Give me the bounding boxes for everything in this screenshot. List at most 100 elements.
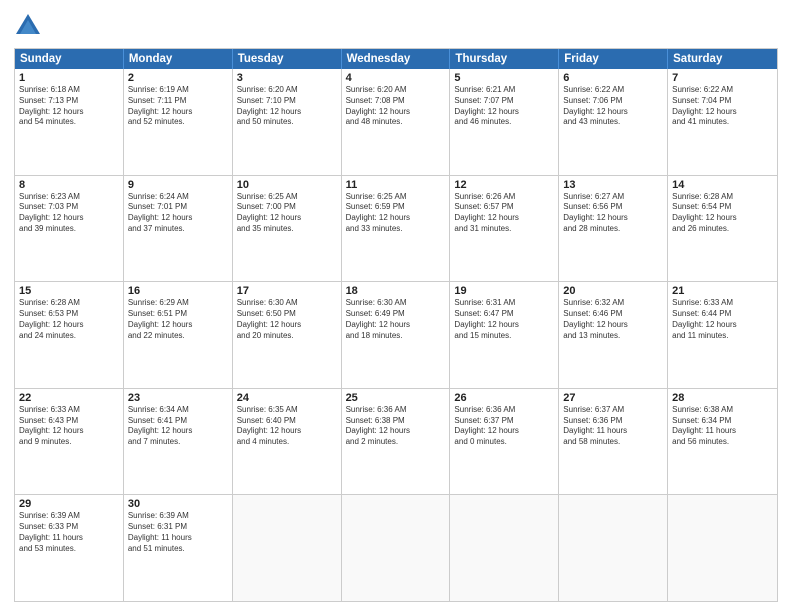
- cell-line: Sunrise: 6:31 AM: [454, 298, 554, 309]
- day-number: 24: [237, 392, 337, 404]
- cal-cell-empty: [233, 495, 342, 601]
- cal-cell-empty: [559, 495, 668, 601]
- cell-line: Sunrise: 6:38 AM: [672, 405, 773, 416]
- day-number: 15: [19, 285, 119, 297]
- cell-line: Sunset: 7:07 PM: [454, 96, 554, 107]
- day-header-saturday: Saturday: [668, 49, 777, 69]
- cell-line: Sunrise: 6:29 AM: [128, 298, 228, 309]
- cal-cell-empty: [668, 495, 777, 601]
- cell-line: and 33 minutes.: [346, 224, 446, 235]
- cell-line: and 31 minutes.: [454, 224, 554, 235]
- cell-line: and 15 minutes.: [454, 331, 554, 342]
- cell-line: Sunrise: 6:18 AM: [19, 85, 119, 96]
- cal-cell-day-17: 17Sunrise: 6:30 AMSunset: 6:50 PMDayligh…: [233, 282, 342, 388]
- cell-line: Sunset: 7:01 PM: [128, 202, 228, 213]
- cal-cell-day-27: 27Sunrise: 6:37 AMSunset: 6:36 PMDayligh…: [559, 389, 668, 495]
- cell-line: Daylight: 12 hours: [19, 320, 119, 331]
- cell-line: and 39 minutes.: [19, 224, 119, 235]
- cell-line: Sunset: 6:40 PM: [237, 416, 337, 427]
- calendar-body: 1Sunrise: 6:18 AMSunset: 7:13 PMDaylight…: [15, 69, 777, 601]
- cell-line: Sunset: 6:49 PM: [346, 309, 446, 320]
- cell-line: Sunset: 6:56 PM: [563, 202, 663, 213]
- cal-row-2: 15Sunrise: 6:28 AMSunset: 6:53 PMDayligh…: [15, 281, 777, 388]
- cell-line: and 20 minutes.: [237, 331, 337, 342]
- day-header-tuesday: Tuesday: [233, 49, 342, 69]
- cell-line: Daylight: 12 hours: [237, 107, 337, 118]
- cell-line: Sunrise: 6:33 AM: [672, 298, 773, 309]
- day-number: 20: [563, 285, 663, 297]
- cell-line: Sunset: 6:38 PM: [346, 416, 446, 427]
- cal-cell-day-5: 5Sunrise: 6:21 AMSunset: 7:07 PMDaylight…: [450, 69, 559, 175]
- cell-line: Sunrise: 6:37 AM: [563, 405, 663, 416]
- day-number: 19: [454, 285, 554, 297]
- cal-cell-day-22: 22Sunrise: 6:33 AMSunset: 6:43 PMDayligh…: [15, 389, 124, 495]
- cell-line: Sunrise: 6:24 AM: [128, 192, 228, 203]
- cell-line: Daylight: 12 hours: [346, 320, 446, 331]
- cell-line: Daylight: 12 hours: [346, 426, 446, 437]
- cell-line: Sunrise: 6:22 AM: [563, 85, 663, 96]
- day-number: 28: [672, 392, 773, 404]
- cal-row-0: 1Sunrise: 6:18 AMSunset: 7:13 PMDaylight…: [15, 69, 777, 175]
- day-number: 8: [19, 179, 119, 191]
- cell-line: and 37 minutes.: [128, 224, 228, 235]
- day-number: 18: [346, 285, 446, 297]
- page: SundayMondayTuesdayWednesdayThursdayFrid…: [0, 0, 792, 612]
- cell-line: and 53 minutes.: [19, 544, 119, 555]
- cell-line: and 18 minutes.: [346, 331, 446, 342]
- day-number: 30: [128, 498, 228, 510]
- cal-cell-day-18: 18Sunrise: 6:30 AMSunset: 6:49 PMDayligh…: [342, 282, 451, 388]
- day-number: 29: [19, 498, 119, 510]
- cell-line: Sunset: 6:57 PM: [454, 202, 554, 213]
- cell-line: Sunset: 6:36 PM: [563, 416, 663, 427]
- day-number: 2: [128, 72, 228, 84]
- cell-line: and 7 minutes.: [128, 437, 228, 448]
- cell-line: Sunset: 7:13 PM: [19, 96, 119, 107]
- cell-line: Daylight: 11 hours: [563, 426, 663, 437]
- cell-line: Sunset: 7:00 PM: [237, 202, 337, 213]
- cal-cell-day-13: 13Sunrise: 6:27 AMSunset: 6:56 PMDayligh…: [559, 176, 668, 282]
- cell-line: Sunset: 6:33 PM: [19, 522, 119, 533]
- cell-line: Sunrise: 6:30 AM: [346, 298, 446, 309]
- day-number: 1: [19, 72, 119, 84]
- cell-line: Sunset: 6:54 PM: [672, 202, 773, 213]
- cell-line: Daylight: 12 hours: [19, 107, 119, 118]
- cal-cell-day-21: 21Sunrise: 6:33 AMSunset: 6:44 PMDayligh…: [668, 282, 777, 388]
- logo-icon: [14, 12, 42, 40]
- cell-line: and 0 minutes.: [454, 437, 554, 448]
- cell-line: Sunset: 6:47 PM: [454, 309, 554, 320]
- cell-line: Sunset: 6:51 PM: [128, 309, 228, 320]
- cal-cell-day-1: 1Sunrise: 6:18 AMSunset: 7:13 PMDaylight…: [15, 69, 124, 175]
- day-number: 21: [672, 285, 773, 297]
- cell-line: Daylight: 12 hours: [346, 213, 446, 224]
- cell-line: Daylight: 12 hours: [128, 213, 228, 224]
- cell-line: Daylight: 12 hours: [454, 213, 554, 224]
- cell-line: Daylight: 12 hours: [563, 213, 663, 224]
- day-header-friday: Friday: [559, 49, 668, 69]
- cell-line: Sunset: 7:10 PM: [237, 96, 337, 107]
- cell-line: Sunrise: 6:22 AM: [672, 85, 773, 96]
- cell-line: Sunset: 7:03 PM: [19, 202, 119, 213]
- cell-line: Daylight: 12 hours: [128, 426, 228, 437]
- cal-cell-day-15: 15Sunrise: 6:28 AMSunset: 6:53 PMDayligh…: [15, 282, 124, 388]
- cell-line: and 52 minutes.: [128, 117, 228, 128]
- day-header-sunday: Sunday: [15, 49, 124, 69]
- cell-line: and 28 minutes.: [563, 224, 663, 235]
- cell-line: Sunset: 7:11 PM: [128, 96, 228, 107]
- cell-line: Sunrise: 6:32 AM: [563, 298, 663, 309]
- day-header-wednesday: Wednesday: [342, 49, 451, 69]
- cell-line: Sunrise: 6:36 AM: [454, 405, 554, 416]
- cell-line: and 54 minutes.: [19, 117, 119, 128]
- cell-line: and 22 minutes.: [128, 331, 228, 342]
- cell-line: and 43 minutes.: [563, 117, 663, 128]
- cell-line: Sunset: 6:50 PM: [237, 309, 337, 320]
- cell-line: and 48 minutes.: [346, 117, 446, 128]
- cal-cell-day-23: 23Sunrise: 6:34 AMSunset: 6:41 PMDayligh…: [124, 389, 233, 495]
- cal-cell-day-8: 8Sunrise: 6:23 AMSunset: 7:03 PMDaylight…: [15, 176, 124, 282]
- cell-line: Sunrise: 6:25 AM: [237, 192, 337, 203]
- cell-line: Sunrise: 6:39 AM: [128, 511, 228, 522]
- cell-line: and 58 minutes.: [563, 437, 663, 448]
- cell-line: and 4 minutes.: [237, 437, 337, 448]
- day-header-thursday: Thursday: [450, 49, 559, 69]
- day-number: 25: [346, 392, 446, 404]
- cell-line: and 2 minutes.: [346, 437, 446, 448]
